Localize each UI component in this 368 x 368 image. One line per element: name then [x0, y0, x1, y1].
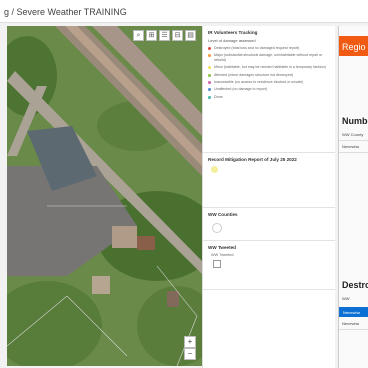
list-icon[interactable]: ▤	[185, 30, 196, 41]
print-icon[interactable]: ⊟	[172, 30, 183, 41]
title-bar: g / Severe Weather TRAINING	[0, 0, 368, 23]
destroyed-row-selected[interactable]: Nenewha	[339, 307, 368, 317]
numbers-row[interactable]: WW County	[342, 132, 363, 137]
legend-label: Inaccessible (no access to residence blo…	[214, 80, 304, 85]
legend-dot-icon	[208, 66, 211, 70]
destroyed-row[interactable]: Nenewha	[342, 321, 359, 326]
legend-dot-icon	[208, 54, 211, 58]
map-toolbar: ⌕ ⊞ ☰ ⊟ ▤	[133, 30, 196, 41]
legend-item: Done	[208, 95, 330, 99]
zoom-out-button[interactable]: −	[184, 348, 196, 360]
ww-counties-section: WW Counties	[203, 208, 335, 241]
destroyed-row-label: Nenewha	[343, 310, 360, 315]
region-header-label: Regio	[342, 42, 366, 52]
right-panel: Regio Number WW County Nenewha Destro WW…	[338, 26, 368, 368]
side-panel: IR Volunteers Tracking Level of damage a…	[202, 26, 335, 368]
destroyed-header: Destro	[342, 280, 368, 290]
ww-tweeted-section: WW Tweeted WW Tweeted	[203, 241, 335, 290]
legend-label: Minor (habitable, but may be needed habi…	[214, 65, 326, 70]
legend-dot-icon	[208, 47, 211, 50]
legend-label: Unaffected (no damage to report)	[214, 87, 268, 92]
mitigation-section: Record Mitigation Report of July 25 2022	[203, 153, 335, 208]
ww-counties-title: WW Counties	[208, 212, 238, 217]
damage-legend: Destroyed (total loss and no damaged req…	[208, 46, 330, 99]
layers-icon[interactable]: ☰	[159, 30, 170, 41]
search-icon[interactable]: ⌕	[133, 30, 144, 41]
legend-dot-icon	[208, 81, 211, 85]
numbers-row[interactable]: Nenewha	[342, 144, 359, 149]
ww-counties-indicator	[212, 223, 222, 233]
legend-item: Minor (habitable, but may be needed habi…	[208, 65, 330, 70]
row-divider	[339, 152, 368, 153]
region-header: Regio	[339, 36, 368, 56]
zoom-in-button[interactable]: +	[184, 336, 196, 348]
destroyed-row[interactable]: WW	[342, 296, 350, 301]
tracking-subtitle: Level of damage assessed	[208, 38, 256, 43]
basemap-icon[interactable]: ⊞	[146, 30, 157, 41]
legend-label: Destroyed (total loss and no damaged req…	[214, 46, 300, 50]
page-title: g / Severe Weather TRAINING	[4, 7, 127, 17]
mitigation-swatch	[211, 166, 218, 173]
satellite-map[interactable]: ⌕ ⊞ ☰ ⊟ ▤ + −	[7, 26, 202, 366]
legend-label: Done	[214, 94, 223, 99]
legend-item: Major (substantial structural damage, un…	[208, 53, 330, 62]
map-imagery[interactable]	[7, 26, 202, 366]
zoom-control: + −	[184, 336, 196, 360]
legend-item: Affected (minor damages structure not de…	[208, 73, 330, 77]
legend-dot-icon	[208, 95, 211, 99]
legend-item: Unaffected (no damage to report)	[208, 87, 330, 92]
row-divider	[339, 140, 368, 141]
tracking-legend-section: IR Volunteers Tracking Level of damage a…	[203, 26, 335, 153]
legend-item: Inaccessible (no access to residence blo…	[208, 80, 330, 85]
legend-item: Destroyed (total loss and no damaged req…	[208, 46, 330, 50]
ww-tweeted-label: WW Tweeted	[211, 253, 234, 257]
numbers-header: Number	[342, 116, 368, 126]
legend-dot-icon	[208, 73, 211, 77]
mitigation-title: Record Mitigation Report of July 25 2022	[208, 157, 297, 162]
legend-label: Affected (minor damages structure not de…	[214, 72, 294, 77]
legend-label: Major (substantial structural damage, un…	[214, 53, 323, 62]
tracking-title: IR Volunteers Tracking	[208, 30, 258, 35]
row-divider	[339, 329, 368, 330]
ww-tweeted-title: WW Tweeted	[208, 245, 236, 250]
legend-dot-icon	[208, 88, 211, 92]
ww-tweeted-checkbox[interactable]	[213, 260, 221, 268]
